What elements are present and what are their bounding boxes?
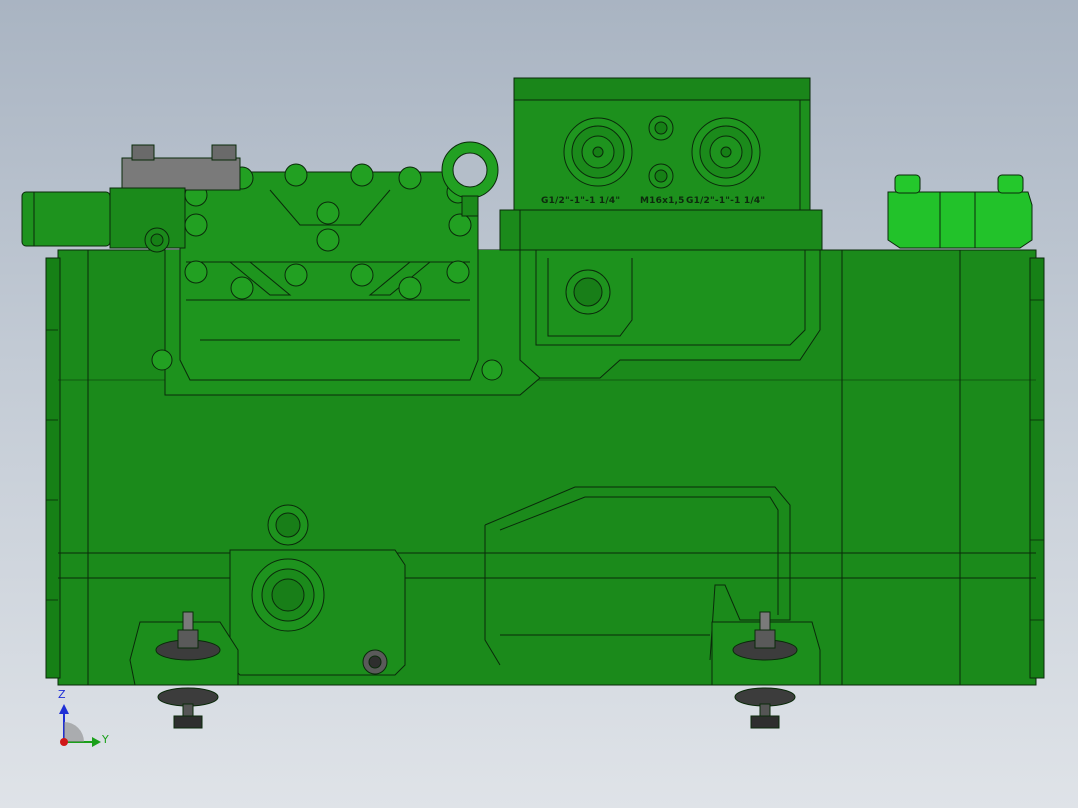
port-left bbox=[563, 117, 633, 187]
port-right bbox=[691, 117, 761, 187]
left-end-flange bbox=[45, 257, 61, 679]
left-pipe-fitting bbox=[21, 191, 111, 247]
cad-viewport[interactable]: G1/2"-1"-1 1/4" M16x1,5 G1/2"-1"-1 1/4" … bbox=[0, 0, 1078, 808]
port-label-left: G1/2"-1"-1 1/4" bbox=[541, 196, 621, 206]
y-axis-label: Y bbox=[102, 733, 109, 746]
z-axis-label: Z bbox=[58, 688, 66, 701]
grey-valve-block bbox=[121, 157, 241, 191]
port-label-right: G1/2"-1"-1 1/4" bbox=[686, 196, 766, 206]
compressor-model[interactable] bbox=[0, 0, 1078, 808]
right-end-cap bbox=[887, 191, 1033, 249]
right-end-flange bbox=[1029, 257, 1045, 679]
axis-triad bbox=[59, 704, 101, 747]
port-label-center: M16x1,5 bbox=[640, 196, 685, 206]
